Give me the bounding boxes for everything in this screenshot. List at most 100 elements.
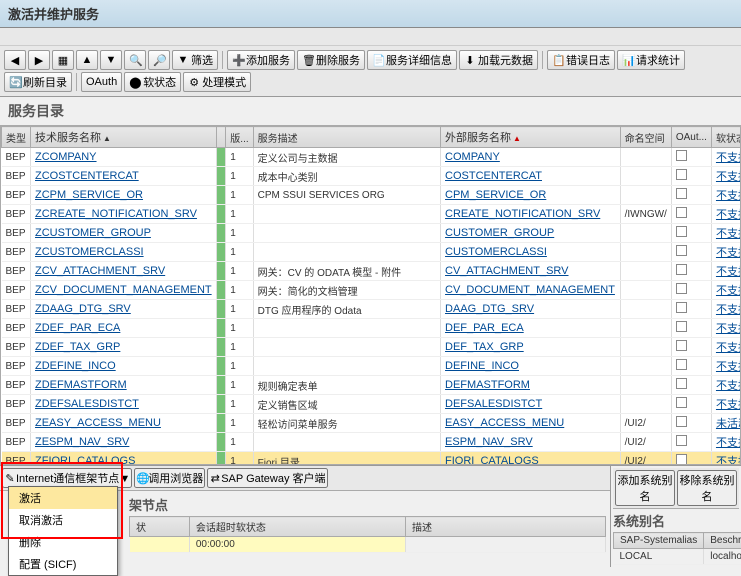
cell-oauth[interactable]	[671, 205, 711, 224]
cell-ext-name[interactable]: EASY_ACCESS_MENU	[441, 414, 621, 433]
cell-ext-name[interactable]: DEFINE_INCO	[441, 357, 621, 376]
col-oauth[interactable]: OAut...	[671, 127, 711, 148]
cell-ext-name[interactable]: DEF_PAR_ECA	[441, 319, 621, 338]
cell-oauth[interactable]	[671, 186, 711, 205]
cell-soft[interactable]: 不支持	[711, 224, 741, 243]
menu-cancel-activate[interactable]: 取消激活	[9, 509, 117, 531]
alias-col-sys[interactable]: SAP-Systemalias	[614, 533, 704, 549]
refresh-catalog-button[interactable]: 🔄刷新目录	[4, 72, 72, 92]
request-stats-button[interactable]: 📊请求统计	[617, 50, 685, 70]
cell-tech-name[interactable]: ZEASY_ACCESS_MENU	[31, 414, 217, 433]
table-row[interactable]: BEPZFIORI_CATALOGS1Fiori 目录FIORI_CATALOG…	[2, 452, 741, 466]
table-row[interactable]: BEPZCPM_SERVICE_OR1CPM SSUI SERVICES ORG…	[2, 186, 741, 205]
cell-ext-name[interactable]: DEF_TAX_GRP	[441, 338, 621, 357]
cell-oauth[interactable]	[671, 357, 711, 376]
col-ns[interactable]: 命名空间	[620, 127, 671, 148]
cell-ext-name[interactable]: DEFSALESDISTCT	[441, 395, 621, 414]
cell-tech-name[interactable]: ZDEF_TAX_GRP	[31, 338, 217, 357]
cell-soft[interactable]: 不支持	[711, 148, 741, 167]
cell-tech-name[interactable]: ZDEFMASTFORM	[31, 376, 217, 395]
sort-desc-button[interactable]: ▼	[100, 50, 122, 70]
cell-ext-name[interactable]: DAAG_DTG_SRV	[441, 300, 621, 319]
cell-soft[interactable]: 不支持	[711, 167, 741, 186]
cell-oauth[interactable]	[671, 148, 711, 167]
oauth-button[interactable]: OAuth	[81, 72, 122, 92]
cell-tech-name[interactable]: ZFIORI_CATALOGS	[31, 452, 217, 466]
cell-oauth[interactable]	[671, 414, 711, 433]
alias-col-desc[interactable]: Beschreibung	[704, 533, 741, 549]
cell-soft[interactable]: 不支持	[711, 338, 741, 357]
menu-config[interactable]: 配置 (SICF)	[9, 553, 117, 575]
load-metadata-button[interactable]: ⬇加载元数据	[459, 50, 538, 70]
alias-row[interactable]: LOCAL localhost	[614, 549, 741, 565]
cell-ext-name[interactable]: FIORI_CATALOGS	[441, 452, 621, 466]
search-button[interactable]: 🔍	[124, 50, 146, 70]
cell-ext-name[interactable]: CPM_SERVICE_OR	[441, 186, 621, 205]
cell-soft[interactable]: 不支持	[711, 376, 741, 395]
cell-oauth[interactable]	[671, 224, 711, 243]
col-version[interactable]: 版...	[226, 127, 253, 148]
cell-soft[interactable]: 不支持	[711, 319, 741, 338]
col-tech-name[interactable]: 技术服务名称▲	[31, 127, 217, 148]
table-row[interactable]: BEPZDEF_TAX_GRP1DEF_TAX_GRP不支持基于路由	[2, 338, 741, 357]
cell-soft[interactable]: 不支持	[711, 205, 741, 224]
add-service-button[interactable]: ➕添加服务	[227, 50, 295, 70]
cell-tech-name[interactable]: ZCV_DOCUMENT_MANAGEMENT	[31, 281, 217, 300]
search-next-button[interactable]: 🔎	[148, 50, 170, 70]
cell-oauth[interactable]	[671, 319, 711, 338]
cell-tech-name[interactable]: ZCUSTOMER_GROUP	[31, 224, 217, 243]
cell-tech-name[interactable]: ZDEF_PAR_ECA	[31, 319, 217, 338]
table-row[interactable]: BEPZCV_DOCUMENT_MANAGEMENT1网关：简化的文档管理CV_…	[2, 281, 741, 300]
cell-soft[interactable]: 不支持	[711, 433, 741, 452]
cell-soft[interactable]: 不支持	[711, 395, 741, 414]
cell-oauth[interactable]	[671, 433, 711, 452]
table-row[interactable]: BEPZDEFSALESDISTCT1定义销售区域DEFSALESDISTCT不…	[2, 395, 741, 414]
cell-ext-name[interactable]: CREATE_NOTIFICATION_SRV	[441, 205, 621, 224]
cell-soft[interactable]: 未活动	[711, 414, 741, 433]
table-row[interactable]: BEPZCUSTOMERCLASSI1CUSTOMERCLASSI不支持基于路由	[2, 243, 741, 262]
cell-ext-name[interactable]: CUSTOMER_GROUP	[441, 224, 621, 243]
cell-ext-name[interactable]: COSTCENTERCAT	[441, 167, 621, 186]
filter-button[interactable]: ▼筛选	[172, 50, 218, 70]
cell-tech-name[interactable]: ZCREATE_NOTIFICATION_SRV	[31, 205, 217, 224]
cell-tech-name[interactable]: ZCV_ATTACHMENT_SRV	[31, 262, 217, 281]
table-row[interactable]: BEPZDEF_PAR_ECA1DEF_PAR_ECA不支持基于路由	[2, 319, 741, 338]
cell-tech-name[interactable]: ZDAAG_DTG_SRV	[31, 300, 217, 319]
service-detail-button[interactable]: 📄服务详细信息	[367, 50, 457, 70]
cell-oauth[interactable]	[671, 395, 711, 414]
menu-activate[interactable]: 激活	[9, 487, 117, 509]
cell-tech-name[interactable]: ZCOSTCENTERCAT	[31, 167, 217, 186]
cell-oauth[interactable]	[671, 338, 711, 357]
cell-tech-name[interactable]: ZCPM_SERVICE_OR	[31, 186, 217, 205]
col-indicator[interactable]	[217, 127, 226, 148]
error-log-button[interactable]: 📋错误日志	[547, 50, 615, 70]
table-row[interactable]: BEPZESPM_NAV_SRV1ESPM_NAV_SRV/UI2/不支持基于路…	[2, 433, 741, 452]
icf-col-status[interactable]: 状	[130, 517, 190, 537]
table-row[interactable]: BEPZCOMPANY1定义公司与主数据COMPANY不支持基于路由	[2, 148, 741, 167]
process-mode-button[interactable]: ⚙处理模式	[183, 72, 251, 92]
cell-soft[interactable]: 不支持	[711, 300, 741, 319]
cell-oauth[interactable]	[671, 281, 711, 300]
cell-tech-name[interactable]: ZCOMPANY	[31, 148, 217, 167]
cell-ext-name[interactable]: ESPM_NAV_SRV	[441, 433, 621, 452]
delete-service-button[interactable]: 🗑删除服务	[297, 50, 365, 70]
icf-col-path[interactable]: 会话超时软状态	[189, 517, 405, 537]
cell-oauth[interactable]	[671, 452, 711, 466]
table-row[interactable]: BEPZCV_ATTACHMENT_SRV1网关：CV 的 ODATA 模型 -…	[2, 262, 741, 281]
cell-oauth[interactable]	[671, 262, 711, 281]
table-row[interactable]: BEPZEASY_ACCESS_MENU1轻松访问菜单服务EASY_ACCESS…	[2, 414, 741, 433]
soft-state-button[interactable]: ⬤软状态	[124, 72, 181, 92]
cell-ext-name[interactable]: COMPANY	[441, 148, 621, 167]
internet-node-button[interactable]: ✎Internet通信框架节点▼	[2, 468, 132, 488]
col-desc[interactable]: 服务描述	[253, 127, 440, 148]
col-soft[interactable]: 软状态	[711, 127, 741, 148]
cell-tech-name[interactable]: ZDEFSALESDISTCT	[31, 395, 217, 414]
cell-oauth[interactable]	[671, 167, 711, 186]
cell-soft[interactable]: 不支持	[711, 243, 741, 262]
cell-ext-name[interactable]: CV_DOCUMENT_MANAGEMENT	[441, 281, 621, 300]
cell-tech-name[interactable]: ZDEFINE_INCO	[31, 357, 217, 376]
cell-soft[interactable]: 不支持	[711, 262, 741, 281]
table-row[interactable]: BEPZCUSTOMER_GROUP1CUSTOMER_GROUP不支持基于路由	[2, 224, 741, 243]
cell-ext-name[interactable]: CV_ATTACHMENT_SRV	[441, 262, 621, 281]
cell-tech-name[interactable]: ZESPM_NAV_SRV	[31, 433, 217, 452]
